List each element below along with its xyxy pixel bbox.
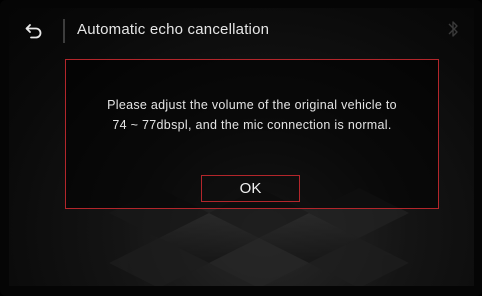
alert-dialog: Please adjust the volume of the original… <box>65 59 439 209</box>
screen: Automatic echo cancellation Please adjus… <box>9 8 474 286</box>
back-button[interactable] <box>17 18 51 44</box>
ok-button[interactable]: OK <box>201 175 300 202</box>
dialog-message-line-2: 74 ~ 77dbspl, and the mic connection is … <box>112 118 392 132</box>
device-frame: Automatic echo cancellation Please adjus… <box>0 0 482 296</box>
dialog-message-line-1: Please adjust the volume of the original… <box>107 98 397 112</box>
header-divider <box>63 19 65 43</box>
back-arrow-icon <box>25 24 42 39</box>
dialog-message: Please adjust the volume of the original… <box>66 95 438 135</box>
bluetooth-icon <box>448 21 458 37</box>
header-bar: Automatic echo cancellation <box>9 8 474 52</box>
page-title: Automatic echo cancellation <box>77 21 270 38</box>
